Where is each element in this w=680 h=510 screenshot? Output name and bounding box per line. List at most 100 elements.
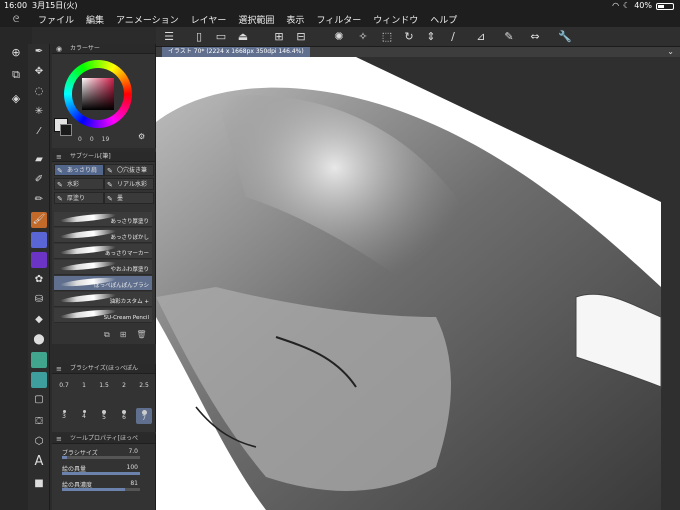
- menu-filter[interactable]: フィルター: [310, 13, 367, 26]
- eyedropper-tool-icon[interactable]: ⁄: [31, 124, 47, 140]
- brush-tab-icon: ✎: [107, 167, 113, 175]
- size-cell[interactable]: 3: [56, 408, 72, 424]
- property-paint-amount[interactable]: 絵の具量 100: [56, 464, 152, 477]
- ruler-icon[interactable]: ⊿: [474, 30, 488, 44]
- property-value: 100: [126, 464, 138, 471]
- size-cell[interactable]: 1.5: [96, 382, 112, 398]
- property-paint-density[interactable]: 絵の具濃度 81: [56, 480, 152, 493]
- figure-tool-icon[interactable]: ⬡: [31, 434, 47, 450]
- add-icon[interactable]: ⊞: [120, 330, 127, 340]
- new-file-icon[interactable]: ▯: [192, 30, 206, 44]
- open-folder-icon[interactable]: ▭: [214, 30, 228, 44]
- zoom-icon[interactable]: ⊕: [8, 45, 24, 61]
- brush-clear-icon[interactable]: ∕: [446, 30, 460, 44]
- water-drop-icon[interactable]: ⬤: [31, 332, 47, 348]
- texture-tool-icon[interactable]: [31, 232, 47, 248]
- size-cell[interactable]: 6: [116, 408, 132, 424]
- brush-active-icon[interactable]: 🖌: [31, 212, 47, 228]
- layers-stack-icon[interactable]: ⧉: [8, 67, 24, 83]
- menu-layer[interactable]: レイヤー: [185, 13, 233, 26]
- layer-icon[interactable]: ◈: [8, 91, 24, 107]
- menu-edit[interactable]: 編集: [80, 13, 110, 26]
- brush-item[interactable]: あっさり厚塗り: [54, 212, 152, 227]
- brush-item[interactable]: SU-Cream Pencil: [54, 308, 152, 323]
- pen-tool-icon[interactable]: ✐: [31, 172, 47, 188]
- property-value: 81: [130, 480, 138, 487]
- size-cell[interactable]: 2: [116, 382, 132, 398]
- subtool-tab-atsunuri[interactable]: ✎ 厚塗り: [54, 192, 104, 204]
- brush-tab-icon: ✎: [57, 195, 63, 203]
- color-wheel[interactable]: [64, 60, 132, 128]
- brush-item[interactable]: やおふわ厚塗り: [54, 260, 152, 275]
- menu-view[interactable]: 表示: [280, 13, 310, 26]
- size-cell[interactable]: 0.7: [56, 382, 72, 398]
- brush-tool-icon[interactable]: ✒: [31, 44, 47, 60]
- import-icon[interactable]: ⊟: [294, 30, 308, 44]
- flip-icon[interactable]: ⇕: [424, 30, 438, 44]
- airbrush-tool-icon[interactable]: ⛁: [31, 292, 47, 308]
- property-slider[interactable]: [62, 456, 140, 459]
- size-cell[interactable]: 4: [76, 408, 92, 424]
- menu-file[interactable]: ファイル: [32, 13, 80, 26]
- subtool-tab-sumi[interactable]: ✎ 墨: [104, 192, 154, 204]
- duplicate-icon[interactable]: ⧉: [104, 330, 110, 340]
- eyedropper-icon[interactable]: ✎: [502, 30, 516, 44]
- lasso-tool-icon[interactable]: ◌: [31, 84, 47, 100]
- property-slider[interactable]: [62, 472, 140, 475]
- brush-stroke-preview: [59, 260, 117, 272]
- mirror-icon[interactable]: ⇔: [528, 30, 542, 44]
- loading-icon[interactable]: ✺: [332, 30, 346, 44]
- menu-help[interactable]: ヘルプ: [424, 13, 463, 26]
- color-settings-icon[interactable]: ⚙: [138, 132, 145, 141]
- menu-window[interactable]: ウィンドウ: [367, 13, 424, 26]
- subtool-tab-suisai[interactable]: ✎ 水彩: [54, 178, 104, 190]
- brush-item-selected[interactable]: ぽっぺぽんぽんブラシ: [54, 276, 152, 291]
- canvas-area[interactable]: [156, 57, 680, 510]
- export-icon[interactable]: ⊞: [272, 30, 286, 44]
- bucket-tool-icon[interactable]: ⛋: [31, 414, 47, 430]
- magic-select-icon[interactable]: ✳: [31, 104, 47, 120]
- brush-item[interactable]: あっさりマーカー: [54, 244, 152, 259]
- subtool-tab-real-suisai[interactable]: ✎ リアル水彩: [104, 178, 154, 190]
- text-tool-icon[interactable]: A: [31, 454, 47, 470]
- tool-property-panel: ≡ ツールプロパティ[ほっぺ ブラシサイズ 7.0 絵の具量 100 絵の具濃度…: [52, 434, 156, 510]
- tool-property-title: ツールプロパティ[ほっぺ: [70, 435, 138, 442]
- chevron-down-icon[interactable]: ⌄: [667, 47, 674, 56]
- sub-color-swatch[interactable]: [60, 124, 72, 136]
- brush-item-label: ぽっぺぽんぽんブラシ: [94, 283, 149, 289]
- menu-selection[interactable]: 選択範囲: [232, 13, 280, 26]
- canvas-tab[interactable]: イラスト 70* (2224 x 1668px 350dpi 146.4%): [162, 47, 310, 57]
- rotate-icon[interactable]: ↻: [402, 30, 416, 44]
- frame-tool-icon[interactable]: ▢: [31, 392, 47, 408]
- property-slider[interactable]: [62, 488, 140, 491]
- hamburger-icon[interactable]: ☰: [162, 30, 176, 44]
- brush-item[interactable]: 油彩カスタム +: [54, 292, 152, 307]
- transform-icon[interactable]: ⬚: [380, 30, 394, 44]
- size-cell[interactable]: 5: [96, 408, 112, 424]
- size-cell-label: 4: [82, 413, 86, 420]
- brush-item[interactable]: あっさりぼかし: [54, 228, 152, 243]
- eraser-tool-icon[interactable]: ▰: [31, 152, 47, 168]
- gradient-tool-icon[interactable]: [31, 352, 47, 368]
- color-swatch-icon[interactable]: ■: [31, 476, 47, 492]
- save-icon[interactable]: ⏏: [236, 30, 250, 44]
- blur-tool-icon[interactable]: [31, 252, 47, 268]
- saturation-square[interactable]: [82, 78, 114, 110]
- trash-icon[interactable]: 🗑: [136, 330, 146, 340]
- settings-wrench-icon[interactable]: 🔧: [558, 30, 572, 44]
- subtool-tab-anaki[interactable]: ✎ 〇穴抜き筆: [104, 164, 154, 176]
- magic-wand-icon[interactable]: ✧: [356, 30, 370, 44]
- property-brush-size[interactable]: ブラシサイズ 7.0: [56, 448, 152, 461]
- move-tool-icon[interactable]: ✥: [31, 64, 47, 80]
- brush-tab-icon: ✎: [57, 167, 63, 175]
- pencil-tool-icon[interactable]: ✏: [31, 192, 47, 208]
- menu-animation[interactable]: アニメーション: [110, 13, 185, 26]
- fill-tool-icon[interactable]: ◆: [31, 312, 47, 328]
- decoration-tool-icon[interactable]: ✿: [31, 272, 47, 288]
- subtool-tab-assari[interactable]: ✎ あっさり肩: [54, 164, 104, 176]
- size-cell-selected[interactable]: 7: [136, 408, 152, 424]
- size-cell[interactable]: 1: [76, 382, 92, 398]
- pattern-tool-icon[interactable]: [31, 372, 47, 388]
- size-cell[interactable]: 2.5: [136, 382, 152, 398]
- app-logo-icon[interactable]: ᘓ: [0, 15, 32, 25]
